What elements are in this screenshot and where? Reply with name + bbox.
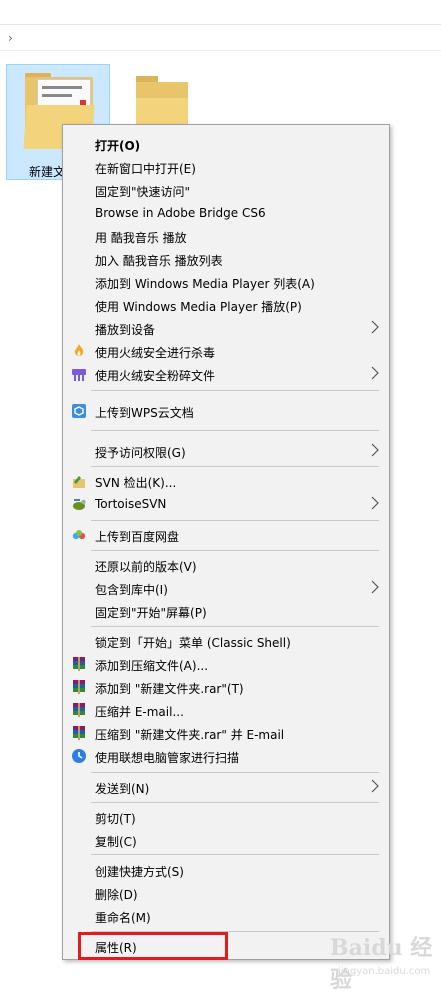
menu-item-label: 删除(D) — [95, 888, 138, 902]
menu-item-rename[interactable]: 重命名(M) — [63, 905, 389, 928]
menu-item-label: 创建快捷方式(S) — [95, 865, 184, 879]
menu-item-tortoisesvn[interactable]: TortoiseSVN — [63, 493, 389, 516]
menu-item-lenovo-scan[interactable]: 使用联想电脑管家进行扫描 — [63, 745, 389, 768]
menu-item-compress-rar-email[interactable]: 压缩到 "新建文件夹.rar" 并 E-mail — [63, 722, 389, 745]
menu-separator — [91, 466, 379, 467]
menu-item-label: 使用联想电脑管家进行扫描 — [95, 751, 240, 765]
baidu-jingyan-watermark: Baidu 经验 jingyan.baidu.com — [318, 930, 436, 993]
menu-item-label: 压缩到 "新建文件夹.rar" 并 E-mail — [95, 728, 285, 742]
menu-item-pin-quick-access[interactable]: 固定到"快速访问" — [63, 179, 389, 202]
menu-item-label: 固定到"开始"屏幕(P) — [95, 606, 207, 620]
menu-item-label: 包含到库中(I) — [95, 583, 168, 597]
menu-separator — [91, 520, 379, 521]
wps-cloud-icon — [72, 404, 86, 418]
menu-item-label: 使用火绒安全粉碎文件 — [95, 369, 216, 383]
menu-item-label: 压缩并 E-mail... — [95, 705, 184, 719]
menu-item-cut[interactable]: 剪切(T) — [63, 806, 389, 829]
submenu-arrow-icon — [371, 580, 379, 594]
menu-item-label: 播放到设备 — [95, 323, 156, 337]
menu-item-label: 上传到百度网盘 — [95, 530, 180, 544]
menu-item-label: 授予访问权限(G) — [95, 446, 186, 460]
menu-item-cast-to-device[interactable]: 播放到设备 — [63, 317, 389, 340]
submenu-arrow-icon — [371, 496, 379, 510]
menu-separator — [91, 550, 379, 551]
menu-item-wmp-add[interactable]: 添加到 Windows Media Player 列表(A) — [63, 271, 389, 294]
huorong-shredder-icon — [72, 369, 86, 381]
menu-item-kuwo-play[interactable]: 用 酷我音乐 播放 — [63, 225, 389, 248]
menu-item-label: 上传到WPS云文档 — [95, 406, 194, 420]
menu-item-open[interactable]: 打开(O) — [63, 133, 389, 156]
menu-item-label: 打开(O) — [95, 139, 141, 153]
submenu-arrow-icon — [371, 443, 379, 457]
menu-separator — [91, 802, 379, 803]
menu-item-kuwo-playlist[interactable]: 加入 酷我音乐 播放列表 — [63, 248, 389, 271]
menu-item-pin-start[interactable]: 固定到"开始"屏幕(P) — [63, 600, 389, 623]
winrar-icon — [73, 726, 85, 740]
menu-item-huorong-scan[interactable]: 使用火绒安全进行杀毒 — [63, 340, 389, 363]
menu-item-label: 还原以前的版本(V) — [95, 560, 197, 574]
menu-item-adobe-bridge[interactable]: Browse in Adobe Bridge CS6 — [63, 202, 389, 225]
tortoisesvn-icon — [73, 499, 86, 510]
submenu-arrow-icon — [371, 779, 379, 793]
menu-item-label: 重命名(M) — [95, 911, 151, 925]
menu-item-label: TortoiseSVN — [95, 497, 167, 511]
watermark-main-text: Baidu 经验 — [330, 935, 433, 993]
submenu-arrow-icon — [371, 366, 379, 380]
menu-separator — [91, 390, 379, 391]
winrar-icon — [73, 657, 85, 671]
chevron-right-icon[interactable]: › — [8, 31, 13, 45]
menu-item-label: 发送到(N) — [95, 782, 150, 796]
menu-item-classic-shell-pin[interactable]: 锁定到「开始」菜单 (Classic Shell) — [63, 630, 389, 653]
menu-item-grant-access[interactable]: 授予访问权限(G) — [63, 440, 389, 463]
menu-item-baidu-upload[interactable]: 上传到百度网盘 — [63, 524, 389, 547]
menu-item-label: 使用 Windows Media Player 播放(P) — [95, 300, 302, 314]
menu-item-add-to-rar[interactable]: 添加到 "新建文件夹.rar"(T) — [63, 676, 389, 699]
menu-item-restore-versions[interactable]: 还原以前的版本(V) — [63, 554, 389, 577]
address-bar[interactable] — [0, 0, 441, 25]
watermark-sub-text: jingyan.baidu.com — [338, 966, 431, 977]
menu-item-create-shortcut[interactable]: 创建快捷方式(S) — [63, 859, 389, 882]
svn-checkout-icon — [73, 476, 85, 488]
menu-item-send-to[interactable]: 发送到(N) — [63, 776, 389, 799]
menu-item-add-to-archive[interactable]: 添加到压缩文件(A)... — [63, 653, 389, 676]
menu-item-label: 剪切(T) — [95, 812, 136, 826]
menu-item-label: 添加到 "新建文件夹.rar"(T) — [95, 682, 244, 696]
menu-item-label: 加入 酷我音乐 播放列表 — [95, 254, 223, 268]
menu-item-label: Browse in Adobe Bridge CS6 — [95, 206, 266, 220]
menu-item-svn-checkout[interactable]: SVN 检出(K)... — [63, 470, 389, 493]
menu-item-wmp-play[interactable]: 使用 Windows Media Player 播放(P) — [63, 294, 389, 317]
winrar-icon — [73, 703, 85, 717]
menu-item-label: 用 酷我音乐 播放 — [95, 231, 187, 245]
menu-item-compress-email[interactable]: 压缩并 E-mail... — [63, 699, 389, 722]
baidu-netdisk-icon — [72, 530, 86, 540]
menu-item-huorong-shred[interactable]: 使用火绒安全粉碎文件 — [63, 363, 389, 386]
menu-item-delete[interactable]: 删除(D) — [63, 882, 389, 905]
submenu-arrow-icon — [371, 320, 379, 334]
menu-item-label: 使用火绒安全进行杀毒 — [95, 346, 216, 360]
menu-item-open-new-window[interactable]: 在新窗口中打开(E) — [63, 156, 389, 179]
menu-item-label: 固定到"快速访问" — [95, 185, 191, 199]
menu-separator — [91, 854, 379, 855]
menu-item-label: 添加到 Windows Media Player 列表(A) — [95, 277, 315, 291]
menu-item-include-library[interactable]: 包含到库中(I) — [63, 577, 389, 600]
folder-label: 新建文 — [29, 165, 66, 179]
path-bar: › — [0, 28, 441, 51]
menu-separator — [91, 626, 379, 627]
menu-item-label: 添加到压缩文件(A)... — [95, 659, 209, 673]
menu-item-label: 锁定到「开始」菜单 (Classic Shell) — [95, 636, 291, 650]
menu-separator — [91, 430, 379, 431]
menu-item-label: SVN 检出(K)... — [95, 476, 177, 490]
menu-item-label: 在新窗口中打开(E) — [95, 162, 196, 176]
context-menu: 打开(O) 在新窗口中打开(E) 固定到"快速访问" Browse in Ado… — [62, 124, 390, 960]
winrar-icon — [73, 680, 85, 694]
menu-item-wps-upload[interactable]: 上传到WPS云文档 — [63, 400, 389, 423]
properties-highlight-box — [78, 932, 228, 960]
huorong-flame-icon — [74, 344, 84, 356]
menu-separator — [91, 772, 379, 773]
menu-item-copy[interactable]: 复制(C) — [63, 829, 389, 852]
menu-item-label: 复制(C) — [95, 835, 137, 849]
lenovo-scan-icon — [72, 749, 86, 763]
